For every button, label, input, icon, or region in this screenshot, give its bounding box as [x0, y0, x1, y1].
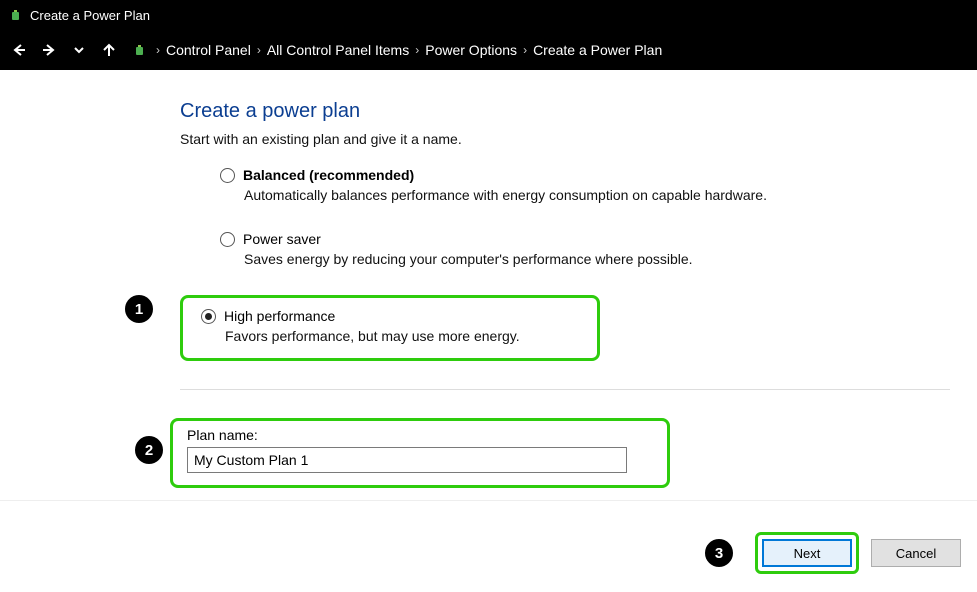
page-subtitle: Start with an existing plan and give it … — [180, 131, 957, 147]
breadcrumb: › Control Panel › All Control Panel Item… — [132, 42, 662, 58]
next-button-highlight: Next — [755, 532, 859, 574]
chevron-right-icon: › — [415, 43, 419, 57]
chevron-right-icon: › — [156, 43, 160, 57]
plan-name-label: Plan name: — [187, 427, 653, 443]
next-button[interactable]: Next — [762, 539, 852, 567]
radio-power-saver[interactable] — [220, 232, 235, 247]
nav-toolbar: › Control Panel › All Control Panel Item… — [0, 30, 977, 70]
page-title: Create a power plan — [180, 100, 957, 123]
window-title: Create a Power Plan — [30, 8, 150, 23]
annotation-marker-3: 3 — [705, 539, 733, 567]
plan-name-section: Plan name: — [170, 418, 670, 488]
radio-balanced[interactable] — [220, 168, 235, 183]
footer-buttons: 3 Next Cancel — [705, 532, 961, 574]
divider — [0, 500, 977, 502]
battery-icon — [8, 7, 24, 23]
option-balanced[interactable]: Balanced (recommended) Automatically bal… — [220, 167, 957, 203]
divider — [180, 389, 950, 390]
nav-recent-button[interactable] — [66, 35, 92, 65]
breadcrumb-all-items[interactable]: All Control Panel Items — [267, 42, 409, 58]
plan-name-input[interactable] — [187, 447, 627, 473]
radio-high-performance[interactable] — [201, 309, 216, 324]
breadcrumb-control-panel[interactable]: Control Panel — [166, 42, 251, 58]
option-balanced-desc: Automatically balances performance with … — [244, 187, 957, 203]
breadcrumb-create-plan[interactable]: Create a Power Plan — [533, 42, 662, 58]
breadcrumb-power-options[interactable]: Power Options — [425, 42, 517, 58]
battery-icon — [132, 42, 148, 58]
nav-up-button[interactable] — [96, 35, 122, 65]
nav-forward-button[interactable] — [36, 35, 62, 65]
main-content: Create a power plan Start with an existi… — [0, 70, 977, 488]
option-high-performance[interactable]: High performance Favors performance, but… — [180, 295, 600, 361]
window-titlebar: Create a Power Plan — [0, 0, 977, 30]
option-power-saver-desc: Saves energy by reducing your computer's… — [244, 251, 957, 267]
option-high-performance-label: High performance — [224, 308, 335, 324]
annotation-marker-2: 2 — [135, 436, 163, 464]
nav-back-button[interactable] — [6, 35, 32, 65]
option-power-saver-label: Power saver — [243, 231, 321, 247]
option-power-saver[interactable]: Power saver Saves energy by reducing you… — [220, 231, 957, 267]
option-high-performance-desc: Favors performance, but may use more ene… — [225, 328, 579, 344]
annotation-marker-1: 1 — [125, 295, 153, 323]
chevron-right-icon: › — [257, 43, 261, 57]
option-balanced-label: Balanced (recommended) — [243, 167, 414, 183]
cancel-button[interactable]: Cancel — [871, 539, 961, 567]
chevron-right-icon: › — [523, 43, 527, 57]
